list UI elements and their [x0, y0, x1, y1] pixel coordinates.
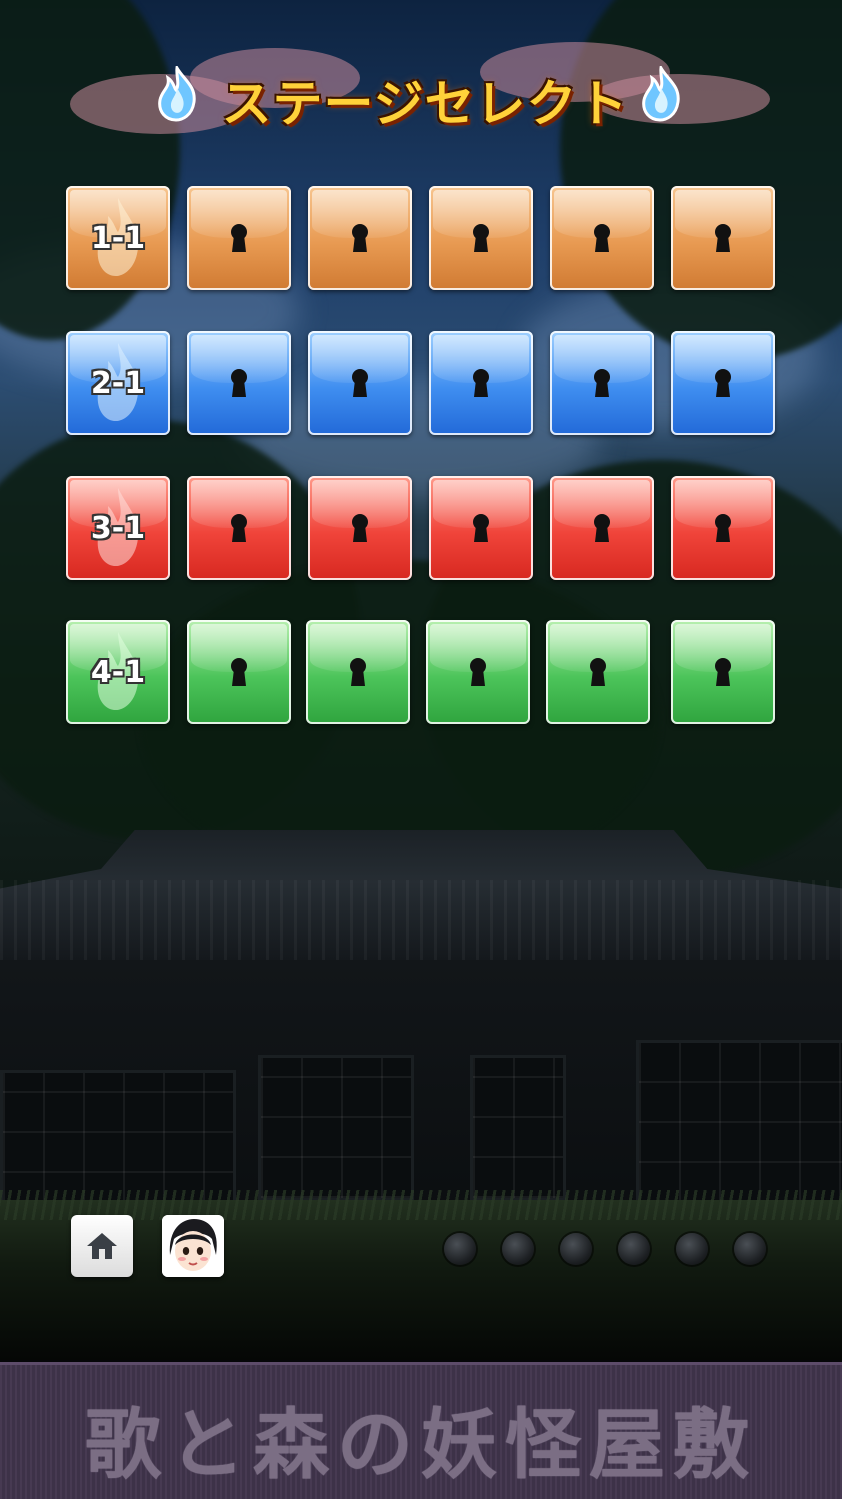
- keyhole-icon: [351, 368, 369, 398]
- stage-label: 1-1: [90, 220, 146, 256]
- locked-stage-tile[interactable]: [308, 331, 412, 435]
- keyhole-icon: [593, 368, 611, 398]
- locked-stage-tile[interactable]: [550, 331, 654, 435]
- home-icon: [85, 1231, 119, 1261]
- stage-tile-4-1[interactable]: 4-1: [66, 620, 170, 724]
- stage-label: 3-1: [90, 510, 146, 546]
- keyhole-icon: [230, 368, 248, 398]
- title-area: ステージセレクト: [70, 42, 770, 137]
- keyhole-icon: [714, 223, 732, 253]
- locked-stage-tile[interactable]: [306, 620, 410, 724]
- locked-stage-tile[interactable]: [671, 186, 775, 290]
- blue-flame-icon: [638, 63, 684, 122]
- stage-label: 2-1: [90, 365, 146, 401]
- locked-stage-tile[interactable]: [187, 620, 291, 724]
- stage-tile-1-1[interactable]: 1-1: [66, 186, 170, 290]
- locked-stage-tile[interactable]: [671, 331, 775, 435]
- locked-stage-tile[interactable]: [671, 620, 775, 724]
- page-indicator-dot[interactable]: [734, 1233, 766, 1265]
- locked-stage-tile[interactable]: [429, 186, 533, 290]
- keyhole-icon: [230, 513, 248, 543]
- page-indicator-dot[interactable]: [444, 1233, 476, 1265]
- keyhole-icon: [351, 223, 369, 253]
- locked-stage-tile[interactable]: [546, 620, 650, 724]
- stage-tile-2-1[interactable]: 2-1: [66, 331, 170, 435]
- locked-stage-tile[interactable]: [671, 476, 775, 580]
- character-avatar-icon: [162, 1215, 224, 1277]
- page-indicator-dot[interactable]: [618, 1233, 650, 1265]
- game-title-banner: 歌と森の妖怪屋敷: [0, 1362, 842, 1499]
- locked-stage-tile[interactable]: [429, 476, 533, 580]
- locked-stage-tile[interactable]: [187, 476, 291, 580]
- game-title-text: 歌と森の妖怪屋敷: [85, 1400, 757, 1489]
- keyhole-icon: [472, 513, 490, 543]
- page-indicator-dot[interactable]: [676, 1233, 708, 1265]
- keyhole-icon: [593, 513, 611, 543]
- keyhole-icon: [472, 223, 490, 253]
- keyhole-icon: [349, 657, 367, 687]
- page-indicator-dot[interactable]: [502, 1233, 534, 1265]
- page-title: ステージセレクト: [221, 75, 629, 133]
- character-button[interactable]: [162, 1215, 224, 1277]
- keyhole-icon: [472, 368, 490, 398]
- locked-stage-tile[interactable]: [187, 186, 291, 290]
- locked-stage-tile[interactable]: [308, 186, 412, 290]
- keyhole-icon: [714, 657, 732, 687]
- keyhole-icon: [593, 223, 611, 253]
- locked-stage-tile[interactable]: [308, 476, 412, 580]
- keyhole-icon: [469, 657, 487, 687]
- locked-stage-tile[interactable]: [429, 331, 533, 435]
- blue-flame-icon: [154, 63, 200, 122]
- home-button[interactable]: [71, 1215, 133, 1277]
- keyhole-icon: [589, 657, 607, 687]
- keyhole-icon: [714, 368, 732, 398]
- locked-stage-tile[interactable]: [550, 186, 654, 290]
- stage-label: 4-1: [90, 654, 146, 690]
- locked-stage-tile[interactable]: [550, 476, 654, 580]
- locked-stage-tile[interactable]: [426, 620, 530, 724]
- stage-tile-3-1[interactable]: 3-1: [66, 476, 170, 580]
- keyhole-icon: [714, 513, 732, 543]
- keyhole-icon: [351, 513, 369, 543]
- keyhole-icon: [230, 657, 248, 687]
- page-indicator-dot[interactable]: [560, 1233, 592, 1265]
- keyhole-icon: [230, 223, 248, 253]
- locked-stage-tile[interactable]: [187, 331, 291, 435]
